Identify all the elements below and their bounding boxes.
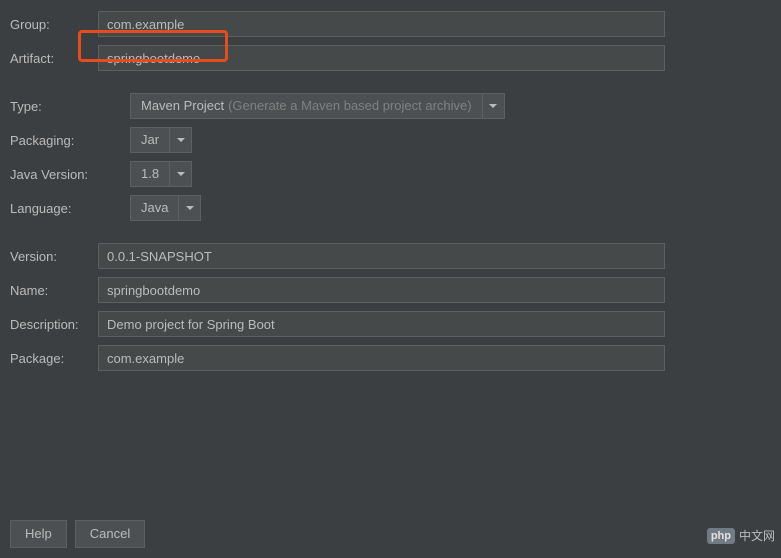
type-select[interactable]: Maven Project (Generate a Maven based pr… bbox=[130, 93, 505, 119]
watermark-text: 中文网 bbox=[739, 527, 775, 544]
row-package: Package: bbox=[10, 344, 761, 372]
language-value: Java bbox=[130, 195, 179, 221]
description-label: Description: bbox=[10, 317, 98, 332]
java-version-label: Java Version: bbox=[10, 167, 130, 182]
cancel-button[interactable]: Cancel bbox=[75, 520, 145, 548]
package-label: Package: bbox=[10, 351, 98, 366]
row-name: Name: bbox=[10, 276, 761, 304]
name-label: Name: bbox=[10, 283, 98, 298]
row-version: Version: bbox=[10, 242, 761, 270]
version-input[interactable] bbox=[98, 243, 665, 269]
group-input[interactable] bbox=[98, 11, 665, 37]
packaging-select-arrow[interactable] bbox=[170, 127, 192, 153]
language-select[interactable]: Java bbox=[130, 195, 201, 221]
chevron-down-icon bbox=[177, 138, 185, 142]
chevron-down-icon bbox=[177, 172, 185, 176]
description-input[interactable] bbox=[98, 311, 665, 337]
type-value-text: Maven Project bbox=[141, 94, 224, 118]
packaging-label: Packaging: bbox=[10, 133, 130, 148]
dialog-footer: Help Cancel bbox=[10, 520, 145, 548]
row-language: Language: Java bbox=[10, 194, 761, 222]
version-label: Version: bbox=[10, 249, 98, 264]
row-java-version: Java Version: 1.8 bbox=[10, 160, 761, 188]
row-packaging: Packaging: Jar bbox=[10, 126, 761, 154]
java-version-select-arrow[interactable] bbox=[170, 161, 192, 187]
artifact-label: Artifact: bbox=[10, 51, 98, 66]
row-group: Group: bbox=[10, 10, 761, 38]
language-select-arrow[interactable] bbox=[179, 195, 201, 221]
watermark-badge: php bbox=[707, 528, 735, 544]
row-description: Description: bbox=[10, 310, 761, 338]
chevron-down-icon bbox=[489, 104, 497, 108]
chevron-down-icon bbox=[186, 206, 194, 210]
packaging-value: Jar bbox=[130, 127, 170, 153]
project-settings-form: Group: Artifact: Type: Maven Project (Ge… bbox=[0, 0, 781, 388]
artifact-input[interactable] bbox=[98, 45, 665, 71]
java-version-value: 1.8 bbox=[130, 161, 170, 187]
packaging-select[interactable]: Jar bbox=[130, 127, 192, 153]
language-label: Language: bbox=[10, 201, 130, 216]
type-select-value: Maven Project (Generate a Maven based pr… bbox=[130, 93, 483, 119]
type-select-arrow[interactable] bbox=[483, 93, 505, 119]
package-input[interactable] bbox=[98, 345, 665, 371]
watermark: php 中文网 bbox=[707, 527, 775, 544]
type-hint-text: (Generate a Maven based project archive) bbox=[228, 94, 472, 118]
row-type: Type: Maven Project (Generate a Maven ba… bbox=[10, 92, 761, 120]
name-input[interactable] bbox=[98, 277, 665, 303]
group-label: Group: bbox=[10, 17, 98, 32]
help-button[interactable]: Help bbox=[10, 520, 67, 548]
java-version-select[interactable]: 1.8 bbox=[130, 161, 192, 187]
type-label: Type: bbox=[10, 99, 130, 114]
row-artifact: Artifact: bbox=[10, 44, 761, 72]
